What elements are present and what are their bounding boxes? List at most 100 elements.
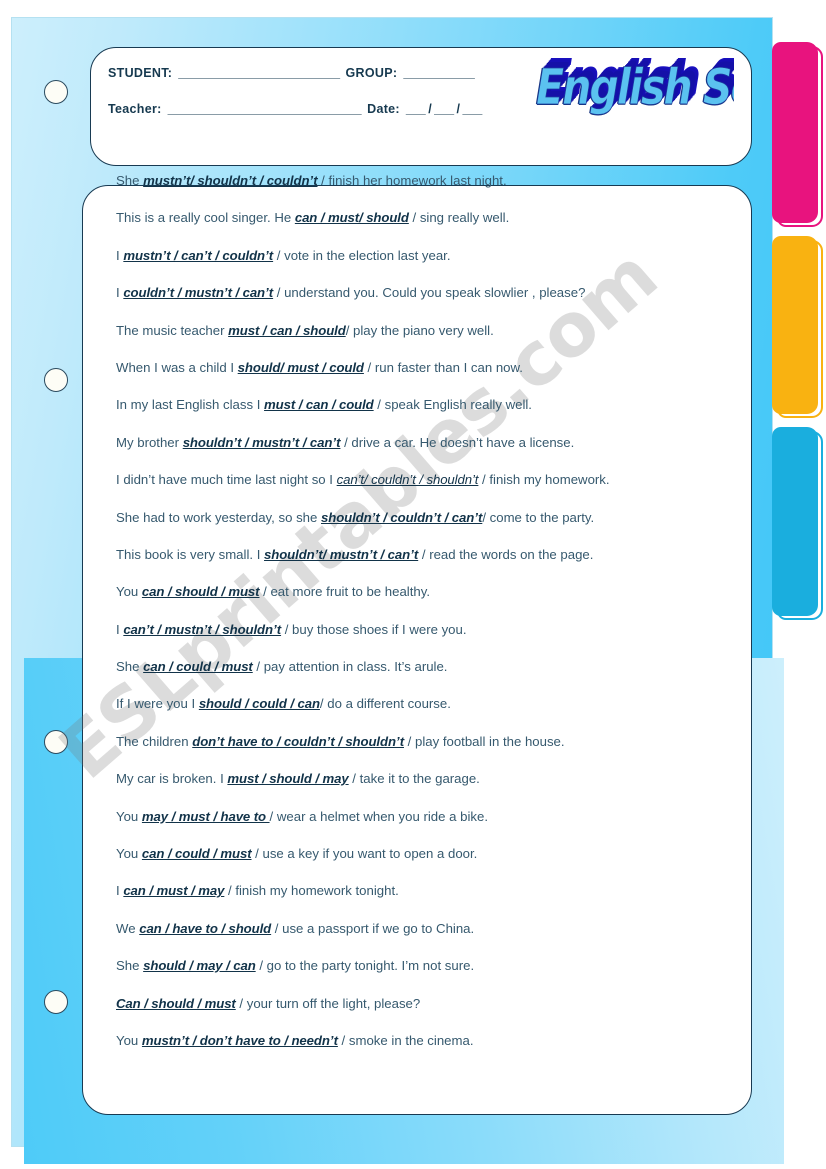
exercise-line: She had to work yesterday, so she should… [116, 509, 740, 546]
exercise-line: She should / may / can / go to the party… [116, 957, 740, 994]
exercise-prompt-start: The children [116, 733, 193, 749]
exercise-prompt-start: You [116, 584, 142, 600]
date-input-rule[interactable]: ___ / ___ / ___ [406, 102, 482, 116]
exercise-prompt-start: In my last English class I [116, 397, 265, 413]
exercise-line: When I was a child I should/ must / coul… [116, 359, 740, 396]
exercise-prompt-end: / sing really well. [408, 210, 510, 226]
exercise-prompt-start: She [116, 173, 144, 188]
exercise-line: I didn’t have much time last night so I … [116, 471, 740, 508]
english-school-logo-text: English School [536, 60, 734, 117]
exercise-prompt-end: / finish my homework tonight. [224, 883, 399, 899]
exercise-choices[interactable]: should / may / can [143, 958, 256, 973]
exercise-line: I can’t / mustn’t / shouldn’t / buy thos… [116, 621, 740, 658]
exercise-line: You mustn’t / don’t have to / needn’t / … [116, 1032, 740, 1069]
exercise-prompt-end: / go to the party tonight. I’m not sure. [255, 958, 475, 974]
exercise-line: In my last English class I must / can / … [116, 396, 740, 433]
index-tab-cyan-face [772, 427, 818, 616]
exercise-line: My car is broken. I must / should / may … [116, 770, 740, 807]
exercise-choices[interactable]: can / must / may [123, 883, 224, 898]
exercise-choices[interactable]: must / can / could [264, 397, 374, 412]
index-tab-pink[interactable] [772, 42, 823, 227]
exercise-line: I can / must / may / finish my homework … [116, 882, 740, 919]
exercise-choices[interactable]: shouldn’t / couldn’t / can’t [321, 510, 482, 525]
student-input-rule[interactable]: _________________________ [178, 66, 340, 80]
exercise-prompt-start: She [116, 659, 144, 675]
exercise-prompt-start: My brother [116, 434, 183, 450]
exercise-prompt-end: / play football in the house. [404, 733, 565, 749]
exercise-prompt-end: / do a different course. [319, 696, 451, 712]
exercise-prompt-start: If I were you I [116, 696, 199, 712]
index-tab-pink-face [772, 42, 818, 223]
exercise-choices[interactable]: couldn’t / mustn’t / can’t [123, 285, 273, 300]
binder-hole [44, 368, 68, 392]
exercise-prompt-end: / buy those shoes if I were you. [281, 621, 467, 637]
exercise-prompt-end: / eat more fruit to be healthy. [259, 584, 431, 600]
exercise-prompt-start: When I was a child I [116, 359, 238, 375]
exercise-choices[interactable]: should / could / can [199, 696, 320, 711]
exercise-prompt-end: / run faster than I can now. [363, 359, 523, 375]
exercise-prompt-end: / your turn off the light, please? [235, 995, 421, 1011]
exercise-choices[interactable]: can / should / must [142, 584, 260, 599]
exercise-list: She mustn’t/ shouldn’t / couldn’t / fini… [116, 172, 740, 1069]
exercise-choices[interactable]: don’t have to / couldn’t / shouldn’t [192, 734, 404, 749]
exercise-prompt-end: / understand you. Could you speak slowli… [273, 285, 586, 301]
exercise-line: She can / could / must / pay attention i… [116, 658, 740, 695]
exercise-prompt-end: / use a passport if we go to China. [271, 920, 475, 936]
exercise-prompt-start: I didn’t have much time last night so I [116, 472, 337, 488]
exercise-choices[interactable]: shouldn’t / mustn’t / can’t [183, 435, 341, 450]
exercise-choices[interactable]: can / could / must [143, 659, 253, 674]
exercise-choices[interactable]: can / must/ should [295, 210, 409, 225]
exercise-line: This book is very small. I shouldn’t/ mu… [116, 546, 740, 583]
exercise-prompt-end: / use a key if you want to open a door. [251, 846, 478, 862]
exercise-line: We can / have to / should / use a passpo… [116, 920, 740, 957]
exercise-choices[interactable]: mustn’t / don’t have to / needn’t [142, 1033, 338, 1048]
exercise-prompt-start: This is a really cool singer. He [116, 210, 295, 226]
exercise-prompt-end: / play the piano very well. [345, 322, 494, 338]
exercise-choices[interactable]: can’t / mustn’t / shouldn’t [123, 622, 281, 637]
exercise-choices[interactable]: can / could / must [142, 846, 252, 861]
exercise-prompt-start: You [116, 808, 142, 824]
exercise-choices[interactable]: mustn’t/ shouldn’t / couldn’t [143, 173, 317, 188]
exercise-line: Can / should / must / your turn off the … [116, 995, 740, 1032]
binder-hole [44, 80, 68, 104]
exercise-prompt-end: / come to the party. [482, 509, 595, 525]
exercise-prompt-end: / speak English really well. [373, 397, 532, 413]
teacher-date-row: Teacher: ______________________________ … [108, 102, 528, 116]
exercise-line: She mustn’t/ shouldn’t / couldn’t / fini… [116, 172, 740, 209]
exercise-prompt-end: / pay attention in class. It’s arule. [252, 659, 448, 675]
teacher-input-rule[interactable]: ______________________________ [168, 102, 362, 116]
student-label: STUDENT: [108, 66, 173, 80]
exercise-choices[interactable]: mustn’t / can’t / couldn’t [123, 248, 273, 263]
exercise-line: My brother shouldn’t / mustn’t / can’t /… [116, 434, 740, 471]
exercise-prompt-end: / drive a car. He doesn’t have a license… [340, 434, 575, 450]
date-label: Date: [367, 102, 400, 116]
exercise-line: If I were you I should / could / can/ do… [116, 695, 740, 732]
exercise-prompt-start: The music teacher [116, 322, 229, 338]
exercise-line: The music teacher must / can / should/ p… [116, 322, 740, 359]
exercise-line: You may / must / have to / wear a helmet… [116, 808, 740, 845]
group-input-rule[interactable]: ___________ [403, 66, 474, 80]
exercise-prompt-end: / finish my homework. [478, 472, 610, 488]
teacher-label: Teacher: [108, 102, 162, 116]
exercise-choices[interactable]: must / should / may [227, 771, 348, 786]
exercise-line: You can / could / must / use a key if yo… [116, 845, 740, 882]
exercise-prompt-end: / vote in the election last year. [273, 247, 451, 263]
exercise-prompt-start: She had to work yesterday, so she [116, 509, 322, 525]
exercise-prompt-end: / smoke in the cinema. [337, 1032, 474, 1048]
exercise-prompt-start: This book is very small. I [116, 546, 265, 562]
exercise-choices[interactable]: Can / should / must [116, 996, 236, 1011]
index-tab-yellow[interactable] [772, 236, 823, 418]
exercise-choices[interactable]: may / must / have to [142, 809, 270, 824]
header-fields: STUDENT: _________________________ GROUP… [108, 66, 528, 116]
exercise-choices[interactable]: must / can / should [228, 323, 346, 338]
group-label: GROUP: [345, 66, 398, 80]
exercise-choices[interactable]: can / have to / should [139, 921, 271, 936]
exercise-line: The children don’t have to / couldn’t / … [116, 733, 740, 770]
index-tab-cyan[interactable] [772, 427, 823, 620]
exercise-choices[interactable]: should/ must / could [238, 360, 364, 375]
exercise-line: You can / should / must / eat more fruit… [116, 583, 740, 620]
exercise-choices[interactable]: shouldn’t/ mustn’t / can’t [264, 547, 418, 562]
exercise-line: I couldn’t / mustn’t / can’t / understan… [116, 284, 740, 321]
exercise-line: I mustn’t / can’t / couldn’t / vote in t… [116, 247, 740, 284]
exercise-choices[interactable]: can’t/ couldn’t / shouldn’t [337, 472, 479, 487]
